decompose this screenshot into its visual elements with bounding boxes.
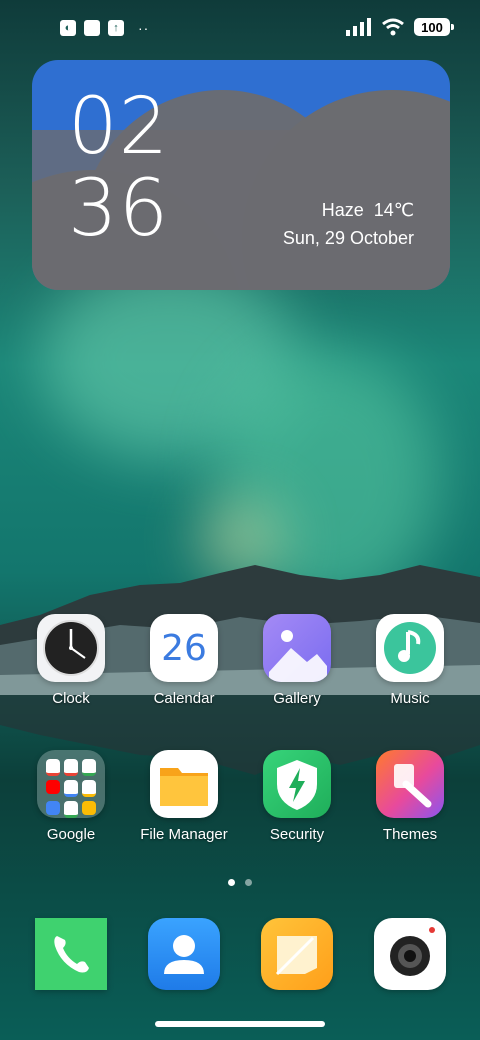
app-clock[interactable]: Clock [16, 614, 126, 707]
home-gesture-bar[interactable] [155, 1021, 325, 1027]
page-indicator[interactable] [228, 879, 252, 886]
calendar-icon: 26 [150, 614, 218, 682]
page-dot [245, 879, 252, 886]
app-label: Music [390, 690, 430, 707]
notification-app-icon: ◐ [60, 20, 76, 36]
app-label: Themes [382, 826, 438, 843]
clock-icon [37, 614, 105, 682]
contacts-icon [148, 918, 220, 990]
signal-icon [346, 18, 371, 36]
battery-indicator: 100 [414, 18, 454, 36]
weather-info: Haze 14℃ [322, 200, 414, 221]
app-calendar[interactable]: 26 Calendar [129, 614, 239, 707]
app-label: Gallery [273, 690, 321, 707]
app-themes[interactable]: Themes [355, 750, 465, 843]
notes-icon [261, 918, 333, 990]
weather-temperature: 14℃ [373, 200, 414, 220]
app-label: Security [269, 826, 325, 843]
wifi-icon [382, 18, 404, 36]
calendar-day: 26 [161, 627, 207, 669]
upload-icon: ↑ [108, 20, 124, 36]
app-google-folder[interactable]: Google [16, 750, 126, 843]
folder-icon [150, 750, 218, 818]
app-file-manager[interactable]: File Manager [129, 750, 239, 843]
weather-condition: Haze [321, 200, 364, 220]
dock-phone[interactable] [16, 918, 126, 990]
more-notifications-icon: ·· [138, 20, 150, 36]
camera-icon [374, 918, 446, 990]
gallery-icon [263, 614, 331, 682]
status-bar: ◐ ↑ ·· 100 [0, 0, 480, 58]
app-label: Google [46, 826, 96, 843]
clock-minutes: 36 [68, 164, 170, 254]
dock-camera[interactable] [355, 918, 465, 990]
phone-icon [35, 918, 107, 990]
shield-icon [263, 750, 331, 818]
google-folder-icon [37, 750, 105, 818]
app-music[interactable]: Music [355, 614, 465, 707]
app-security[interactable]: Security [242, 750, 352, 843]
app-label: File Manager [140, 826, 228, 843]
clock-hours: 02 [68, 82, 170, 172]
app-gallery[interactable]: Gallery [242, 614, 352, 707]
app-label: Calendar [153, 690, 215, 707]
widget-date: Sun, 29 October [282, 228, 414, 248]
music-icon [376, 614, 444, 682]
dock-contacts[interactable] [129, 918, 239, 990]
page-dot-active [228, 879, 235, 886]
brush-icon [376, 750, 444, 818]
app-label: Clock [52, 690, 90, 707]
clock-weather-widget[interactable]: 02 36 Haze 14℃ Sun, 29 October [32, 60, 450, 290]
notification-square-icon [84, 20, 100, 36]
dock-notes[interactable] [242, 918, 352, 990]
